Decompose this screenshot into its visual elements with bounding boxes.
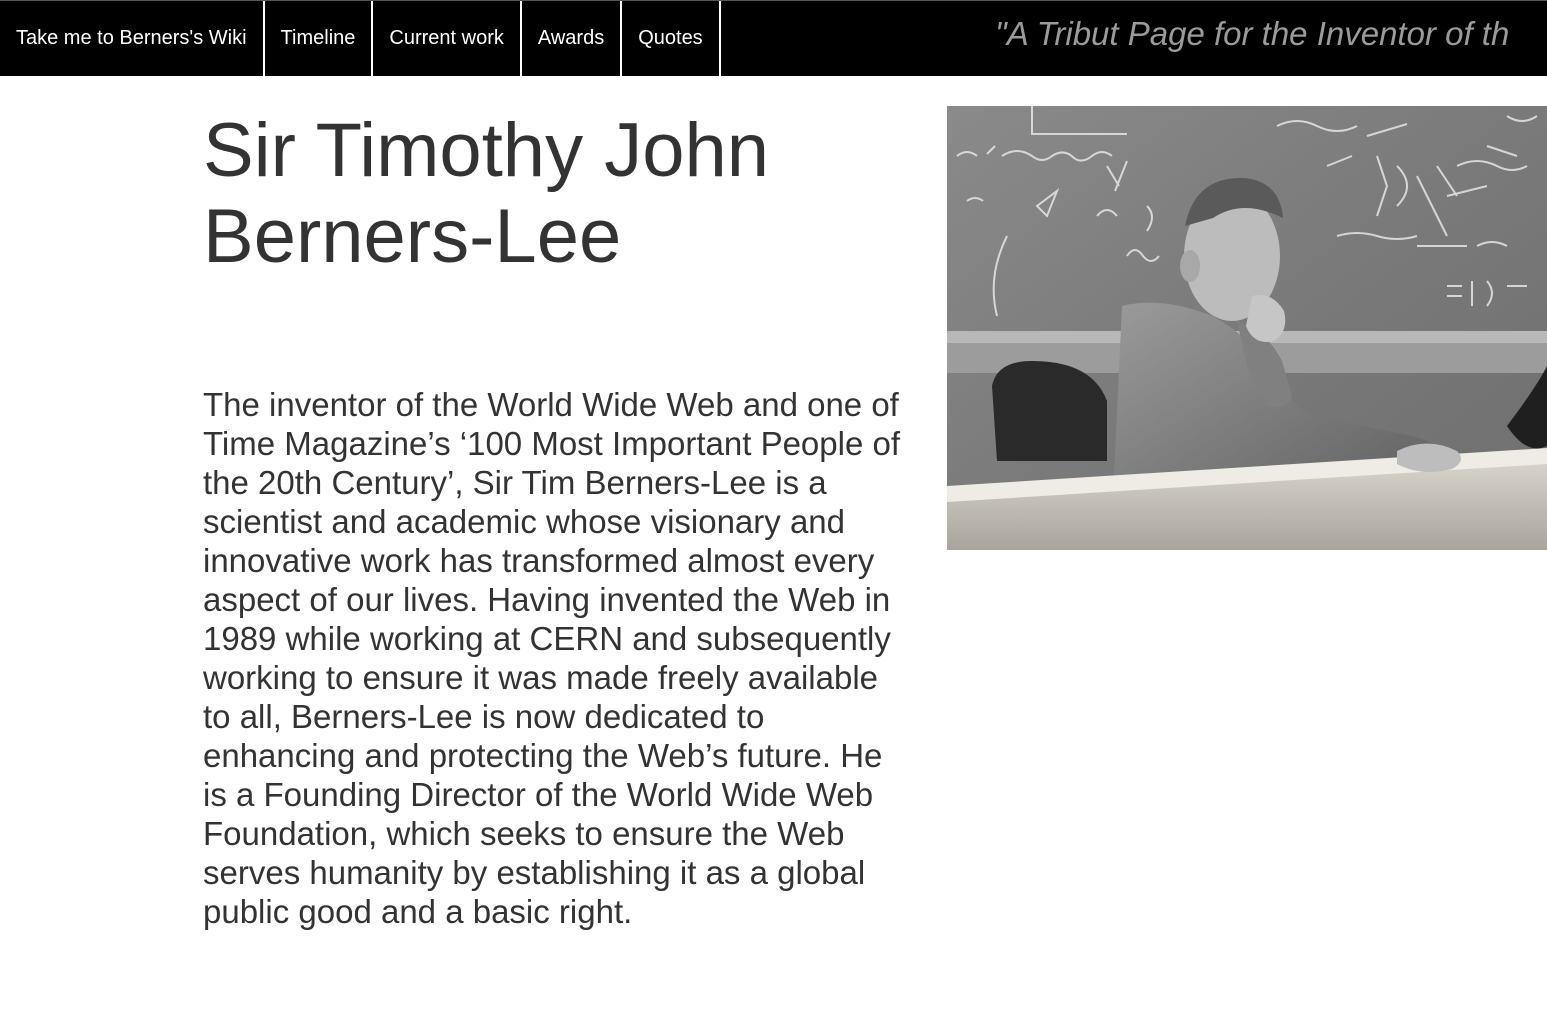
- nav-link-timeline[interactable]: Timeline: [265, 1, 374, 76]
- top-navbar: Take me to Berners's Wiki Timeline Curre…: [0, 0, 1547, 76]
- nav-link-current-work[interactable]: Current work: [373, 1, 522, 76]
- nav-links: Take me to Berners's Wiki Timeline Curre…: [0, 1, 721, 76]
- page-tagline: "A Tribut Page for the Inventor of th: [995, 15, 1510, 52]
- page-title: Sir Timothy John Berners-Lee: [203, 108, 769, 279]
- bio-paragraph: The inventor of the World Wide Web and o…: [203, 386, 901, 930]
- nav-link-awards[interactable]: Awards: [522, 1, 623, 76]
- portrait-image: [947, 106, 1547, 550]
- nav-link-quotes[interactable]: Quotes: [622, 1, 721, 76]
- nav-link-wiki[interactable]: Take me to Berners's Wiki: [0, 1, 265, 76]
